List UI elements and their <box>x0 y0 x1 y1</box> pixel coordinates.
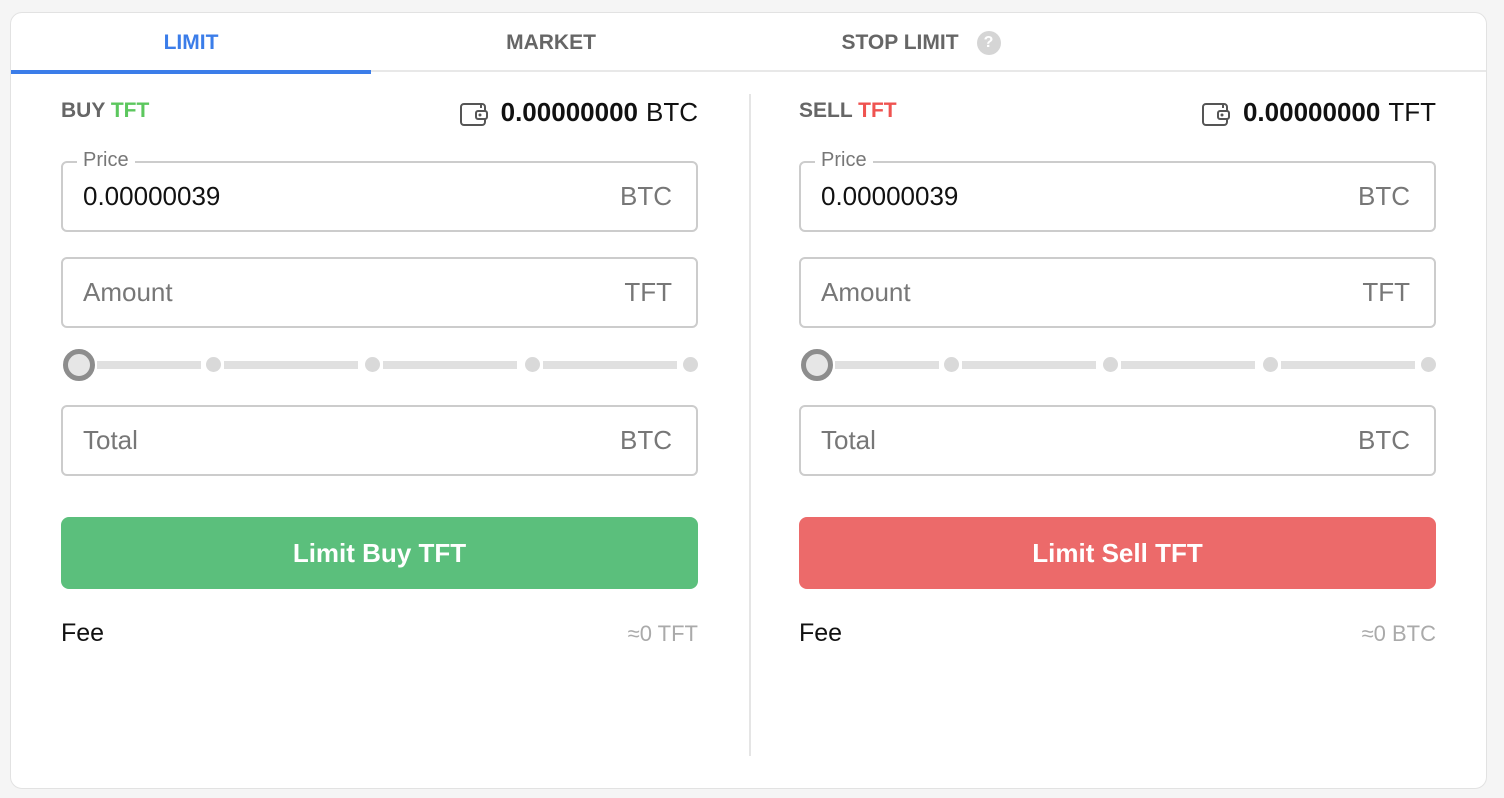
wallet-icon <box>1201 102 1230 126</box>
slider-mark-50[interactable] <box>365 357 380 372</box>
balance-unit: TFT <box>1388 97 1436 127</box>
fee-label: Fee <box>61 619 105 647</box>
slider-track <box>383 361 517 369</box>
slider-thumb[interactable] <box>63 349 95 381</box>
amount-unit: TFT <box>1362 277 1410 307</box>
buy-panel: BUY TFT 0.00000000 BTC Price 0.00000039 BT… <box>61 13 698 788</box>
limit-sell-button[interactable]: Limit Sell TFT <box>799 517 1436 589</box>
limit-buy-button[interactable]: Limit Buy TFT <box>61 517 698 589</box>
balance: 0.00000000 BTC <box>459 97 698 128</box>
amount-percent-slider[interactable] <box>799 349 1436 381</box>
amount-placeholder: Amount <box>821 277 911 307</box>
total-input[interactable]: Total BTC <box>61 405 698 476</box>
total-unit: BTC <box>620 425 672 455</box>
price-input[interactable]: Price 0.00000039 BTC <box>61 149 698 232</box>
balance-value: 0.00000000 <box>500 97 638 127</box>
slider-track <box>962 361 1096 369</box>
slider-thumb[interactable] <box>801 349 833 381</box>
panel-title: BUY TFT <box>61 99 149 123</box>
price-value: 0.00000039 <box>83 181 221 211</box>
slider-mark-100[interactable] <box>1421 357 1436 372</box>
slider-track <box>543 361 677 369</box>
price-unit: BTC <box>620 181 672 211</box>
order-form-card: LIMIT MARKET STOP LIMIT? BUY TFT 0.00000… <box>10 12 1487 789</box>
total-unit: BTC <box>1358 425 1410 455</box>
slider-mark-25[interactable] <box>206 357 221 372</box>
slider-mark-75[interactable] <box>1263 357 1278 372</box>
column-divider <box>749 94 751 756</box>
balance-value: 0.00000000 <box>1242 97 1381 127</box>
slider-mark-25[interactable] <box>944 357 959 372</box>
balance-unit: BTC <box>646 97 698 127</box>
amount-unit: TFT <box>624 277 672 307</box>
price-label: Price <box>77 149 135 172</box>
side-label: BUY <box>61 99 105 122</box>
side-label: SELL <box>799 99 853 122</box>
slider-mark-75[interactable] <box>525 357 540 372</box>
price-input[interactable]: Price 0.00000039 BTC <box>799 149 1436 232</box>
slider-mark-50[interactable] <box>1103 357 1118 372</box>
amount-input[interactable]: Amount TFT <box>799 257 1436 328</box>
total-input[interactable]: Total BTC <box>799 405 1436 476</box>
asset-label: TFT <box>110 99 150 122</box>
fee-value: ≈0 BTC <box>1361 620 1436 646</box>
slider-track <box>97 361 201 369</box>
fee-row: Fee ≈0 TFT <box>61 619 698 648</box>
slider-track <box>1281 361 1415 369</box>
total-placeholder: Total <box>821 425 876 455</box>
amount-placeholder: Amount <box>83 277 173 307</box>
amount-input[interactable]: Amount TFT <box>61 257 698 328</box>
fee-label: Fee <box>799 619 843 647</box>
asset-label: TFT <box>858 99 897 122</box>
amount-percent-slider[interactable] <box>61 349 698 381</box>
fee-value: ≈0 TFT <box>627 620 698 646</box>
price-label: Price <box>815 149 873 172</box>
slider-track <box>1121 361 1255 369</box>
wallet-icon <box>459 102 488 126</box>
slider-track <box>835 361 939 369</box>
sell-panel: SELL TFT 0.00000000 TFT Price 0.00000039 B… <box>799 13 1436 788</box>
balance: 0.00000000 TFT <box>1201 97 1436 128</box>
slider-track <box>224 361 358 369</box>
fee-row: Fee ≈0 BTC <box>799 619 1436 648</box>
slider-mark-100[interactable] <box>683 357 698 372</box>
price-value: 0.00000039 <box>821 181 959 211</box>
total-placeholder: Total <box>83 425 138 455</box>
price-unit: BTC <box>1358 181 1410 211</box>
panel-title: SELL TFT <box>799 99 897 123</box>
